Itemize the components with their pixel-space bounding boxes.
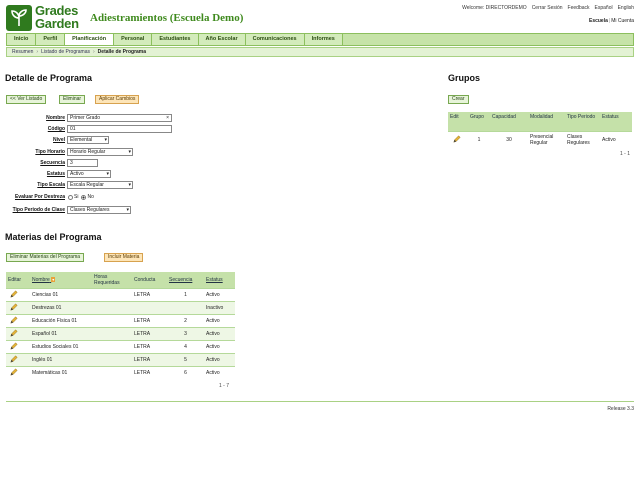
spanish-link[interactable]: Español bbox=[595, 5, 613, 11]
table-row: Ciencias 01 LETRA 1 Activo bbox=[6, 288, 235, 302]
sort-desc-icon[interactable]: ▾ bbox=[51, 277, 56, 282]
pencil-icon[interactable] bbox=[453, 135, 461, 143]
apply-changes-button[interactable]: Aplicar Cambios bbox=[95, 95, 140, 104]
tipo-periodo-label: Tipo Periodo de Clase bbox=[12, 207, 65, 213]
tab-perfil[interactable]: Perfil bbox=[36, 34, 66, 45]
back-to-list-button[interactable]: << Ver Listado bbox=[6, 95, 47, 104]
leaf-icon bbox=[6, 5, 32, 31]
nivel-label: Nivel bbox=[53, 137, 65, 143]
materias-table: Editar Nombre ▾ Horas Requeridas Conduct… bbox=[6, 272, 235, 380]
create-group-button[interactable]: Crear bbox=[448, 95, 469, 104]
release-version: Release 3.3 bbox=[607, 406, 634, 412]
delete-button[interactable]: Eliminar bbox=[59, 95, 86, 104]
evaluar-label: Evaluar Por Destreza bbox=[14, 194, 65, 200]
tipo-horario-label: Tipo Horario bbox=[35, 149, 65, 155]
estatus-label: Estatus bbox=[46, 171, 65, 177]
nombre-label: Nombre bbox=[46, 115, 65, 121]
remove-subjects-button[interactable]: Eliminar Materias del Programa bbox=[6, 253, 85, 262]
include-subject-button[interactable]: Incluir Materia bbox=[104, 253, 144, 262]
edit-cell[interactable] bbox=[6, 288, 30, 302]
table-row: Educación Física 01 LETRA 2 Activo bbox=[6, 314, 235, 328]
pencil-icon[interactable] bbox=[10, 368, 18, 376]
pencil-icon[interactable] bbox=[10, 303, 18, 311]
materias-pager: 1 - 7 bbox=[219, 383, 230, 389]
table-row: 1 30 Presencial Regular Clases Regulares… bbox=[448, 130, 632, 149]
col-nombre[interactable]: Nombre ▾ bbox=[30, 272, 92, 289]
breadcrumb-listado[interactable]: Listado de Programas bbox=[41, 49, 90, 55]
main-nav: Inicio Perfil Planificación Personal Est… bbox=[6, 33, 634, 46]
breadcrumb-current: Detalle de Programa bbox=[97, 49, 147, 55]
codigo-label: Código bbox=[47, 126, 65, 132]
col-horas: Horas Requeridas bbox=[92, 272, 132, 289]
edit-cell[interactable] bbox=[6, 366, 30, 380]
table-row: Matemáticas 01 LETRA 6 Activo bbox=[6, 366, 235, 380]
welcome-text: Welcome: DIRECTORDEMO bbox=[462, 5, 527, 11]
tab-inicio[interactable]: Inicio bbox=[7, 34, 37, 45]
col-tipo-periodo: Tipo Periodo bbox=[565, 112, 600, 131]
col-conducta: Conducta bbox=[132, 272, 167, 289]
evaluar-no-radio[interactable]: No bbox=[81, 194, 94, 200]
app-title: Adiestramientos (Escuela Demo) bbox=[90, 12, 244, 24]
tipo-horario-select[interactable]: Horario Regular bbox=[67, 148, 133, 156]
tab-ano-escolar[interactable]: Año Escolar bbox=[198, 34, 246, 45]
col-estatus[interactable]: Estatus bbox=[204, 272, 235, 289]
school-links: Escuela|Mi Cuenta bbox=[588, 18, 634, 24]
nivel-select[interactable]: Elemental bbox=[67, 136, 109, 144]
table-row: Estudios Sociales 01 LETRA 4 Activo bbox=[6, 340, 235, 354]
secuencia-label: Secuencia bbox=[40, 160, 65, 166]
pencil-icon[interactable] bbox=[10, 290, 18, 298]
col-modalidad: Modalidad bbox=[528, 112, 565, 131]
table-row: Español 01 LETRA 3 Activo bbox=[6, 327, 235, 341]
table-row: Destrezas 01 Inactivo bbox=[6, 301, 235, 315]
tipo-escala-label: Tipo Escala bbox=[37, 182, 65, 188]
table-row: Inglés 01 LETRA 5 Activo bbox=[6, 353, 235, 367]
codigo-input[interactable]: 01 bbox=[67, 125, 172, 133]
breadcrumb: Resumen › Listado de Programas › Detalle… bbox=[6, 47, 634, 57]
materias-title: Materias del Programa bbox=[5, 232, 102, 242]
tab-comunicaciones[interactable]: Comunicaciones bbox=[245, 34, 305, 45]
evaluar-si-radio[interactable]: Si bbox=[68, 194, 78, 200]
logo-text: Grades Garden bbox=[35, 3, 79, 31]
secuencia-input[interactable]: 3 bbox=[67, 159, 98, 167]
col-estatus: Estatus bbox=[600, 112, 632, 131]
logout-link[interactable]: Cerrar Sesión bbox=[532, 5, 563, 11]
col-edit: Edit bbox=[448, 112, 468, 131]
top-links: Welcome: DIRECTORDEMO Cerrar Sesión Feed… bbox=[462, 5, 634, 11]
tab-personal[interactable]: Personal bbox=[114, 34, 153, 45]
tab-informes[interactable]: Informes bbox=[304, 34, 343, 45]
col-capacidad: Capacidad bbox=[490, 112, 528, 131]
pencil-icon[interactable] bbox=[10, 342, 18, 350]
grades-garden-logo[interactable]: Grades Garden bbox=[6, 3, 82, 31]
breadcrumb-resumen[interactable]: Resumen bbox=[12, 49, 33, 55]
edit-cell[interactable] bbox=[6, 301, 30, 315]
pencil-icon[interactable] bbox=[10, 355, 18, 363]
tab-planificacion[interactable]: Planificación bbox=[65, 34, 115, 45]
grupos-pager: 1 - 1 bbox=[620, 151, 631, 157]
grupos-table: Edit Grupo Capacidad Modalidad Tipo Peri… bbox=[448, 112, 632, 149]
footer-divider bbox=[6, 401, 634, 402]
tipo-periodo-select[interactable]: Clases Regulares bbox=[67, 206, 131, 214]
clear-icon[interactable]: × bbox=[166, 115, 169, 121]
edit-cell[interactable] bbox=[6, 353, 30, 367]
feedback-link[interactable]: Feedback bbox=[568, 5, 590, 11]
col-secuencia[interactable]: Secuencia bbox=[167, 272, 204, 289]
col-grupo: Grupo bbox=[468, 112, 490, 131]
nombre-input[interactable]: Primer Grado × bbox=[67, 114, 172, 122]
detail-title: Detalle de Programa bbox=[5, 73, 93, 83]
tab-estudiantes[interactable]: Estudiantes bbox=[152, 34, 199, 45]
pencil-icon[interactable] bbox=[10, 329, 18, 337]
edit-cell[interactable] bbox=[6, 327, 30, 341]
edit-cell[interactable] bbox=[448, 130, 468, 149]
grupos-title: Grupos bbox=[448, 73, 481, 83]
tipo-escala-select[interactable]: Escala Regular bbox=[67, 181, 133, 189]
pencil-icon[interactable] bbox=[10, 316, 18, 324]
col-editar: Editar bbox=[6, 272, 30, 289]
english-link[interactable]: English bbox=[618, 5, 634, 11]
edit-cell[interactable] bbox=[6, 340, 30, 354]
edit-cell[interactable] bbox=[6, 314, 30, 328]
school-link[interactable]: Escuela bbox=[589, 18, 608, 24]
my-account-link[interactable]: Mi Cuenta bbox=[611, 18, 634, 24]
estatus-select[interactable]: Activo bbox=[67, 170, 111, 178]
